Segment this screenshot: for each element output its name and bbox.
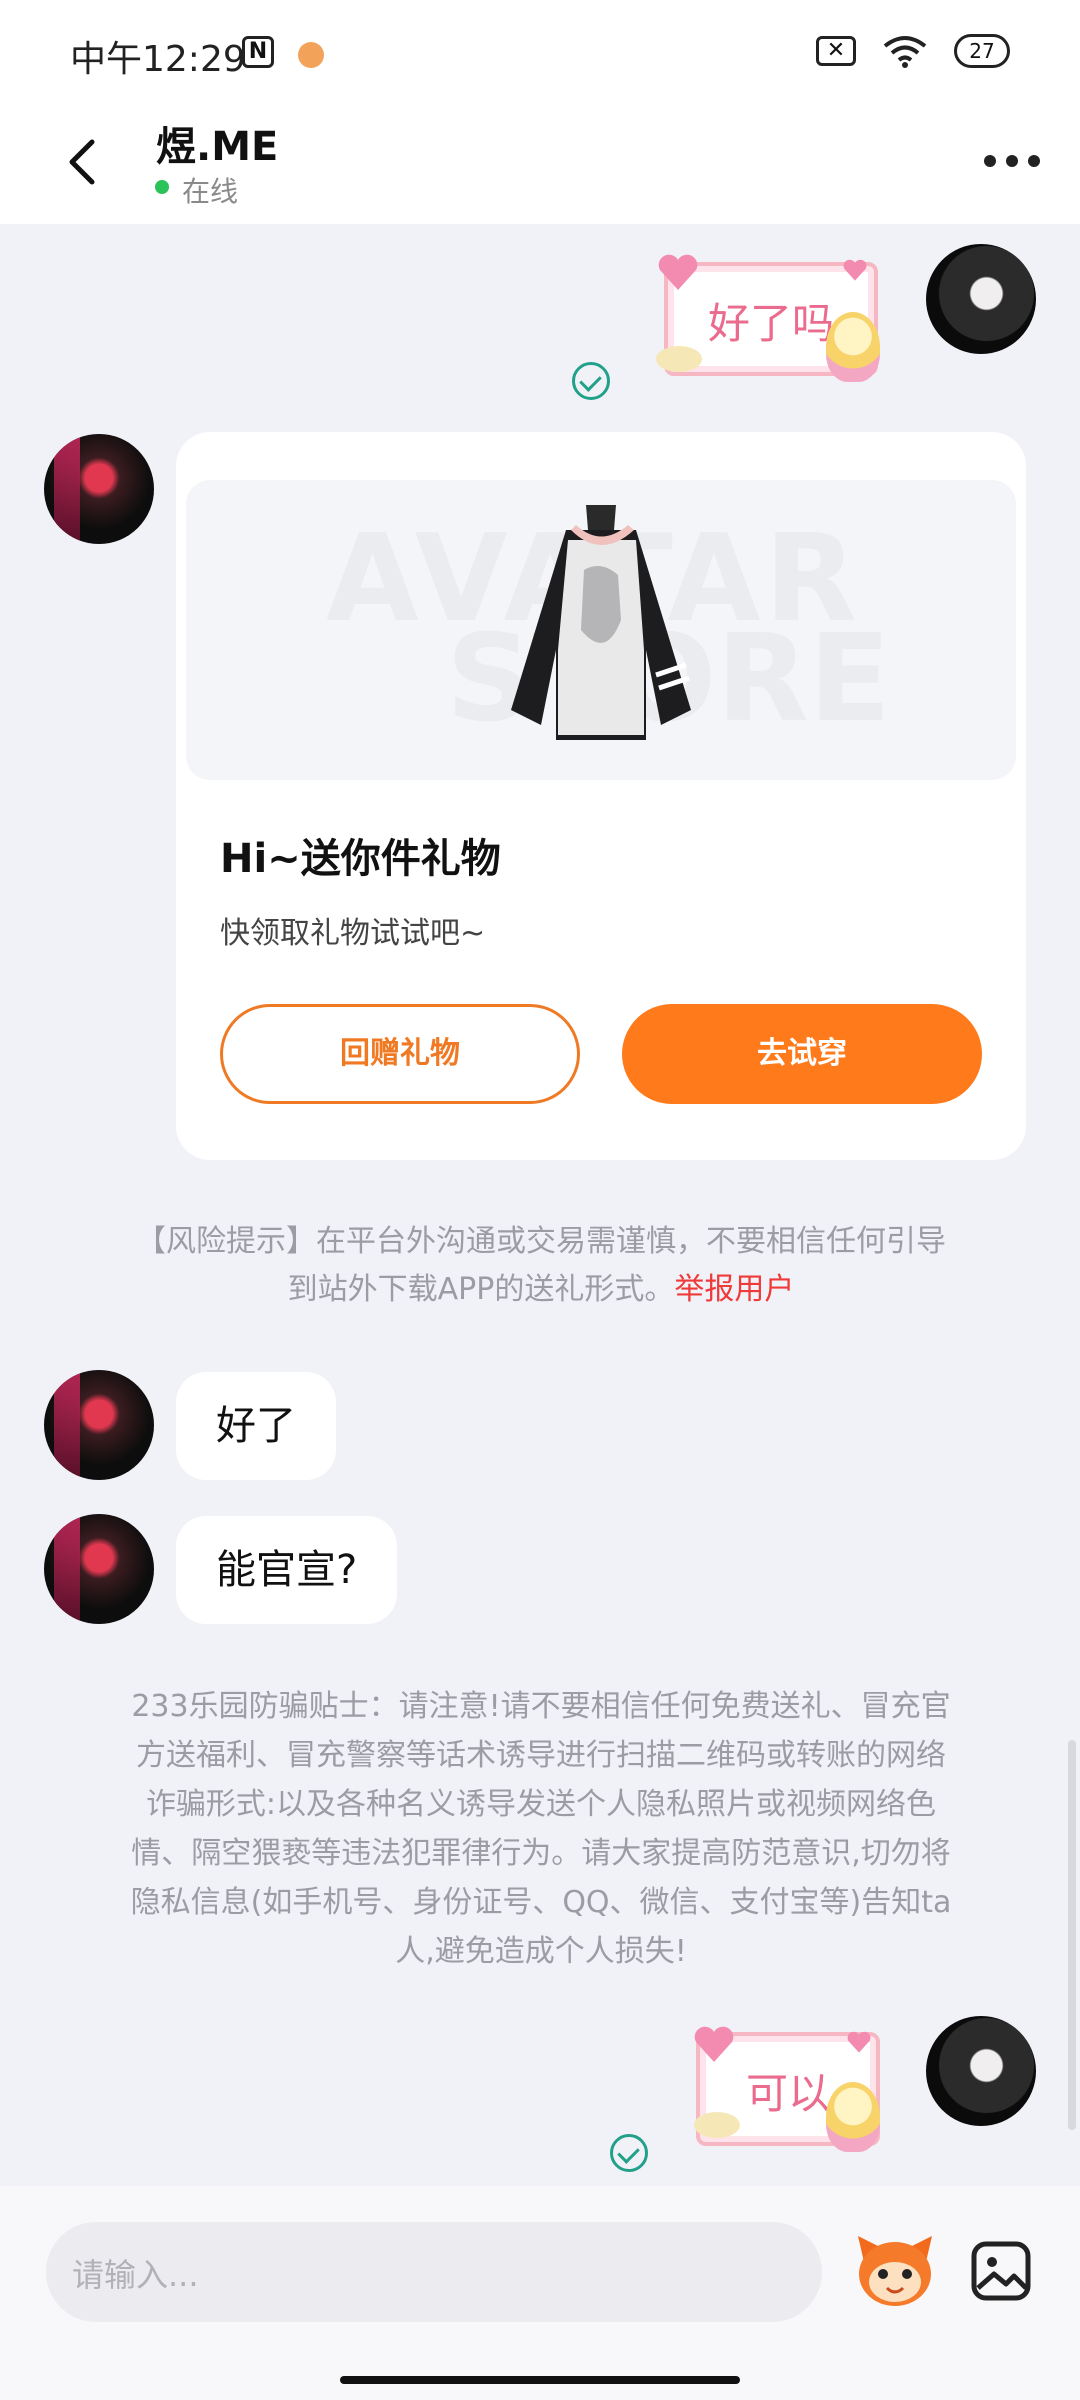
tip-line: 方送福利、冒充警察等话术诱导进行扫描二维码或转账的网络 <box>136 1738 946 1773</box>
status-bar: 中午12:29 N ✕ 27 <box>0 0 1080 110</box>
chevron-left-icon[interactable] <box>54 132 114 192</box>
message-bubble[interactable]: 好了 <box>176 1372 336 1480</box>
image-gallery-icon[interactable] <box>970 2240 1032 2302</box>
notification-app-icon <box>298 42 324 68</box>
report-user-link[interactable]: 举报用户 <box>674 1272 794 1307</box>
scrollbar[interactable] <box>1068 1740 1076 2130</box>
gift-title: Hi~送你件礼物 <box>220 836 501 882</box>
my-avatar[interactable] <box>926 244 1036 354</box>
sweater-image <box>511 505 691 740</box>
wifi-icon <box>883 36 927 68</box>
risk-notice: 【风险提示】在平台外沟通或交易需谨慎，不要相信任何引导 到站外下载APP的送礼形… <box>96 1218 986 1314</box>
return-gift-button[interactable]: 回赠礼物 <box>220 1004 580 1104</box>
chibi-character-icon <box>826 312 880 382</box>
chibi-character-icon <box>826 2082 880 2152</box>
status-right-icons: ✕ 27 <box>816 34 1010 68</box>
duck-icon <box>656 346 702 372</box>
tip-line: 诈骗形式:以及各种名义诱导发送个人隐私照片或视频网络色 <box>145 1787 937 1822</box>
nfc-icon: N <box>242 36 274 68</box>
my-avatar[interactable] <box>926 2016 1036 2126</box>
chat-title: 煜.ME <box>156 124 279 170</box>
input-bar: 请输入... <box>0 2186 1080 2400</box>
home-indicator[interactable] <box>340 2376 740 2384</box>
no-sim-icon: ✕ <box>816 36 856 66</box>
tip-line: 情、隔空猥亵等违法犯罪律行为。请大家提高防范意识,切勿将 <box>131 1836 951 1871</box>
anti-fraud-tip: 233乐园防骗贴士：请注意!请不要相信任何免费送礼、冒充官 方送福利、冒充警察等… <box>96 1682 986 1976</box>
tip-line: 隐私信息(如手机号、身份证号、QQ、微信、支付宝等)告知ta <box>130 1885 952 1920</box>
check-circle-icon <box>572 362 610 400</box>
gift-subtitle: 快领取礼物试试吧~ <box>220 916 486 951</box>
gift-image: AVATAR STORE <box>186 480 1016 780</box>
heart-icon <box>843 259 867 281</box>
try-on-button[interactable]: 去试穿 <box>622 1004 982 1104</box>
chat-header: 煜.ME 在线 <box>0 110 1080 224</box>
risk-notice-text: 到站外下载APP的送礼形式。 <box>287 1272 675 1307</box>
duck-icon <box>694 2112 740 2138</box>
gift-card[interactable]: AVATAR STORE Hi~送你件礼物 快领取礼物试试吧~ 回赠礼物 去试穿 <box>176 432 1026 1160</box>
contact-avatar[interactable] <box>44 1370 154 1480</box>
battery-icon: 27 <box>954 34 1010 68</box>
heart-icon <box>847 2031 871 2053</box>
check-circle-icon <box>610 2134 648 2172</box>
online-status-dot <box>155 180 169 194</box>
risk-notice-line: 【风险提示】在平台外沟通或交易需谨慎，不要相信任何引导 <box>136 1224 946 1259</box>
tip-line: 233乐园防骗贴士：请注意!请不要相信任何免费送礼、冒充官 <box>131 1689 951 1724</box>
contact-avatar[interactable] <box>44 1514 154 1624</box>
tip-line: 人,避免造成个人损失! <box>395 1934 687 1969</box>
mascot-emoji-icon[interactable] <box>854 2232 936 2308</box>
risk-notice-line: 到站外下载APP的送礼形式。举报用户 <box>96 1266 986 1314</box>
heart-icon <box>658 254 698 290</box>
input-placeholder: 请输入... <box>72 2256 199 2294</box>
more-dots-icon[interactable] <box>984 146 1040 176</box>
contact-avatar[interactable] <box>44 434 154 544</box>
status-time: 中午12:29 <box>70 39 246 80</box>
heart-icon <box>694 2026 734 2062</box>
online-status-text: 在线 <box>182 175 239 208</box>
message-bubble[interactable]: 能官宣? <box>176 1516 398 1624</box>
message-input[interactable]: 请输入... <box>46 2222 822 2322</box>
